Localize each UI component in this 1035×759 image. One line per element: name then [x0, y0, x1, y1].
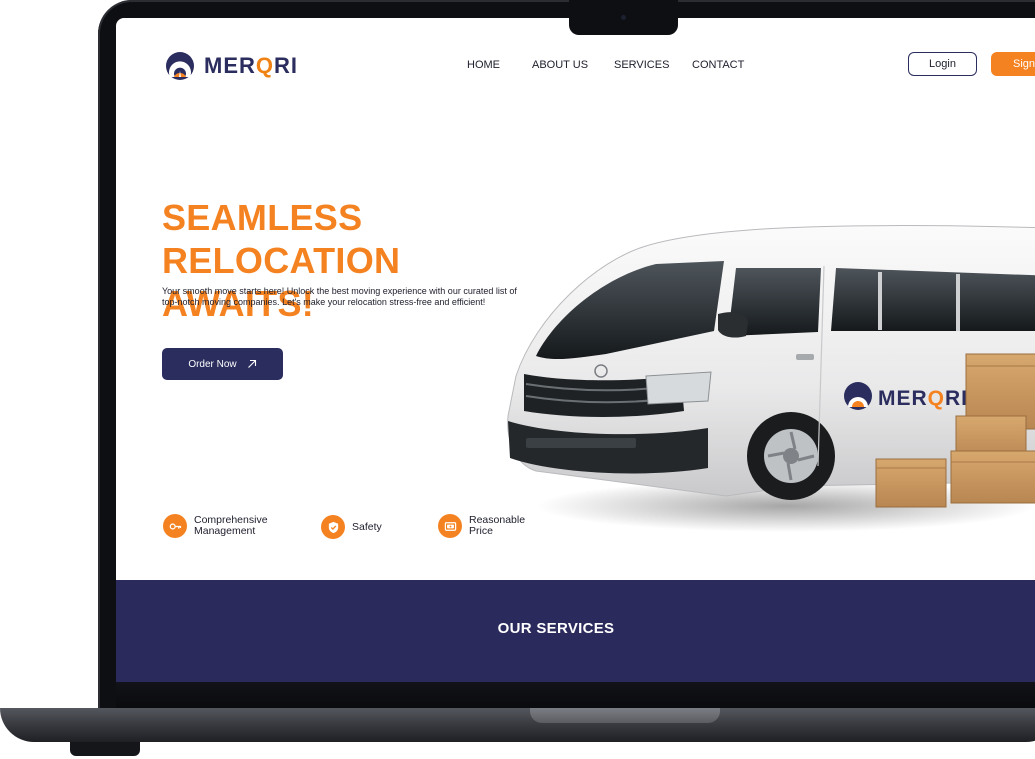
- services-section: OUR SERVICES: [116, 580, 1035, 682]
- key-icon: [163, 514, 187, 538]
- brand-logo[interactable]: MERQRI: [165, 51, 298, 81]
- order-now-button[interactable]: Order Now: [162, 348, 283, 380]
- website-screen: MERQRI HOME ABOUT US SERVICES CONTACT Lo…: [116, 18, 1035, 682]
- brand-name: MERQRI: [204, 53, 299, 78]
- camera-notch: [569, 0, 678, 35]
- nav-contact[interactable]: CONTACT: [692, 59, 744, 71]
- laptop-base: [0, 708, 1035, 742]
- laptop-opening-notch: [530, 708, 720, 723]
- laptop-foot-left: [70, 742, 140, 756]
- nav-services[interactable]: SERVICES: [614, 59, 669, 71]
- camera-icon: [621, 15, 626, 20]
- screen-bottom-bezel: [116, 682, 1035, 708]
- feature-safety: Safety: [321, 515, 382, 539]
- hero-subtitle: Your smooth move starts here! Unlock the…: [162, 286, 517, 307]
- logo-mark-icon: [166, 52, 194, 80]
- wallet-icon: [438, 514, 462, 538]
- van-side-logo: MERQRI: [844, 382, 968, 410]
- svg-text:MERQRI: MERQRI: [878, 387, 968, 410]
- signup-button[interactable]: Sign: [991, 52, 1035, 76]
- services-title: OUR SERVICES: [497, 620, 615, 637]
- shield-icon: [321, 515, 345, 539]
- login-button[interactable]: Login: [908, 52, 977, 76]
- nav-about-us[interactable]: ABOUT US: [532, 59, 588, 71]
- nav-home[interactable]: HOME: [467, 59, 500, 71]
- moving-van-image: MERQRI: [507, 225, 1035, 532]
- arrow-up-right-icon: [247, 359, 256, 368]
- feature-comprehensive-management: Comprehensive Management: [163, 514, 268, 538]
